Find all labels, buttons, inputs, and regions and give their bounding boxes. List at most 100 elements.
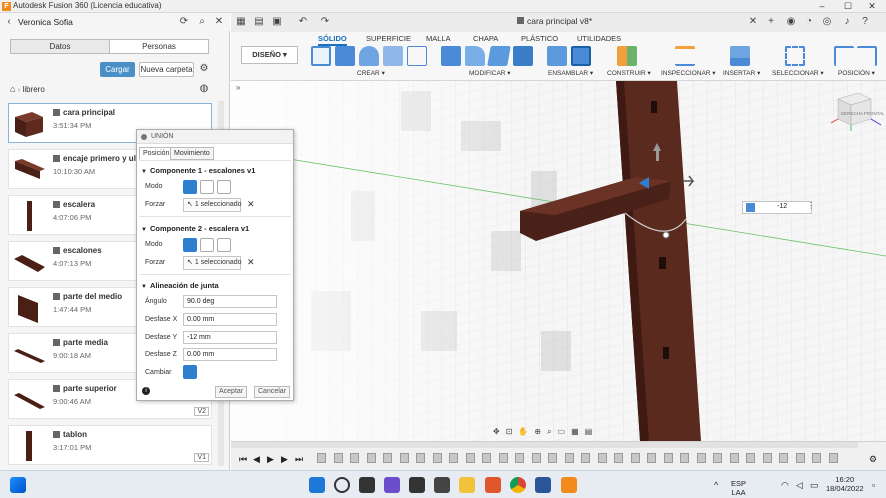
timeline-feature[interactable] bbox=[729, 453, 739, 463]
snap-selection-2[interactable]: ↖ 1 seleccionado bbox=[183, 256, 242, 270]
timeline-feature[interactable] bbox=[416, 453, 425, 463]
offset-z-input[interactable]: 0.00 mm bbox=[183, 348, 277, 361]
new-sketch-icon[interactable] bbox=[311, 46, 331, 66]
new-folder-button[interactable]: Nueva carpeta bbox=[139, 62, 194, 77]
job-status-icon[interactable]: ◔ bbox=[803, 16, 815, 28]
offset-y-input[interactable]: -12 mm bbox=[183, 331, 277, 344]
select-icon[interactable] bbox=[785, 46, 805, 66]
gear-icon[interactable]: ⚙ bbox=[198, 63, 210, 75]
pattern-icon[interactable] bbox=[407, 46, 427, 66]
navigation-bar[interactable]: ✥⊡✋⊕⌕▭▦▤ bbox=[493, 427, 598, 437]
offset-value-input[interactable]: -12 bbox=[742, 201, 812, 214]
close-button[interactable]: ✕ bbox=[860, 0, 884, 13]
new-component-icon[interactable] bbox=[547, 46, 567, 66]
file-menu-icon[interactable]: ▤ bbox=[253, 16, 265, 28]
user-name[interactable]: Veronica Sofia bbox=[18, 17, 73, 27]
hole-icon[interactable] bbox=[383, 46, 403, 66]
extrude-icon[interactable] bbox=[335, 46, 355, 66]
more-options-icon[interactable]: ⋮ bbox=[807, 201, 815, 210]
between-two-faces-icon[interactable] bbox=[200, 238, 214, 252]
wifi-icon[interactable]: ◠ bbox=[781, 480, 789, 491]
redo-icon[interactable]: ↷ bbox=[319, 16, 331, 28]
tab-superficie[interactable]: SUPERFICIE bbox=[366, 34, 411, 43]
tab-movimiento[interactable]: Movimiento bbox=[170, 147, 214, 160]
document-tab[interactable]: cara principal v8* bbox=[517, 16, 592, 26]
start-icon[interactable] bbox=[309, 477, 325, 493]
component2-header[interactable]: Componente 2 - escalera v1 bbox=[141, 224, 249, 233]
search-icon[interactable] bbox=[334, 477, 350, 493]
volume-icon[interactable]: ◁ bbox=[796, 480, 803, 491]
clear-selection-2-button[interactable]: ✕ bbox=[247, 257, 255, 268]
rotate-handle-dot[interactable] bbox=[662, 231, 670, 239]
bell-icon[interactable]: ♪ bbox=[841, 16, 853, 28]
group-inspeccionar[interactable]: INSPECCIONAR ▾ bbox=[661, 69, 716, 77]
pan-icon[interactable]: ✋ bbox=[518, 427, 534, 436]
tab-plastico[interactable]: PLÁSTICO bbox=[521, 34, 558, 43]
zoom-icon[interactable]: ⊕ bbox=[534, 427, 547, 436]
timeline-scrollbar[interactable] bbox=[231, 442, 858, 448]
widgets-icon[interactable] bbox=[10, 477, 26, 493]
timeline-feature[interactable] bbox=[828, 453, 838, 463]
timeline-feature[interactable] bbox=[366, 453, 376, 463]
go-to-start-icon[interactable]: ⏮ bbox=[239, 454, 247, 465]
timeline-feature[interactable] bbox=[812, 453, 821, 463]
tab-chapa[interactable]: CHAPA bbox=[473, 34, 498, 43]
timeline-feature[interactable] bbox=[515, 453, 524, 463]
undo-icon[interactable]: ↶ bbox=[297, 16, 309, 28]
upload-button[interactable]: Cargar bbox=[100, 62, 135, 77]
timeline-feature[interactable] bbox=[350, 453, 359, 463]
timeline-feature[interactable] bbox=[317, 453, 326, 463]
timeline-feature[interactable] bbox=[614, 453, 623, 463]
snap-selection-1[interactable]: ↖ 1 seleccionado bbox=[183, 198, 242, 212]
timeline-feature[interactable] bbox=[581, 453, 590, 463]
chamfer-icon[interactable] bbox=[487, 46, 511, 66]
fusion-taskbar-icon[interactable] bbox=[561, 477, 577, 493]
close-panel-icon[interactable]: ✕ bbox=[213, 16, 225, 28]
timeline-feature[interactable] bbox=[795, 453, 805, 463]
timeline-feature[interactable] bbox=[383, 453, 392, 463]
timeline-feature[interactable] bbox=[548, 453, 557, 463]
timeline-feature[interactable] bbox=[713, 453, 722, 463]
tray-overflow-icon[interactable]: ^ bbox=[714, 480, 718, 490]
save-icon[interactable]: ▣ bbox=[271, 16, 283, 28]
timeline-feature[interactable] bbox=[663, 453, 673, 463]
notification-icon[interactable]: ▫ bbox=[872, 480, 875, 490]
language-indicator[interactable]: ESP LAA bbox=[731, 479, 746, 497]
revolve-icon[interactable] bbox=[359, 46, 379, 66]
tab-malla[interactable]: MALLA bbox=[426, 34, 451, 43]
list-item[interactable]: tablon 3:17:01 PM V1 bbox=[8, 425, 212, 465]
cancel-button[interactable]: Cancelar bbox=[254, 386, 291, 398]
tab-personas[interactable]: Personas bbox=[109, 39, 209, 54]
shell-icon[interactable] bbox=[513, 46, 533, 66]
explorer-icon[interactable] bbox=[434, 477, 450, 493]
clock[interactable]: 16:20 18/04/2022 bbox=[826, 475, 864, 493]
new-tab-icon[interactable]: + bbox=[765, 16, 777, 28]
timeline-feature[interactable] bbox=[465, 453, 475, 463]
play-icon[interactable]: ▶ bbox=[267, 454, 274, 465]
timeline-feature[interactable] bbox=[746, 453, 755, 463]
offset-plane-icon[interactable] bbox=[617, 46, 637, 66]
capture-position-icon[interactable] bbox=[834, 46, 854, 66]
step-back-icon[interactable]: ◀ bbox=[253, 454, 260, 465]
dialog-title-bar[interactable]: UNIÓN bbox=[137, 130, 293, 144]
timeline-feature[interactable] bbox=[696, 453, 706, 463]
two-edge-intersection-icon[interactable] bbox=[217, 238, 231, 252]
look-at-icon[interactable]: ⊡ bbox=[506, 427, 519, 436]
angle-input[interactable]: 90.0 deg bbox=[183, 295, 277, 308]
clear-selection-1-button[interactable]: ✕ bbox=[247, 199, 255, 210]
group-modificar[interactable]: MODIFICAR ▾ bbox=[469, 69, 511, 77]
ok-button[interactable]: Aceptar bbox=[215, 386, 248, 398]
canvas-viewport[interactable]: DERECHA FRONTAL » -12 ⋮ ✥⊡✋⊕⌕▭▦▤ bbox=[231, 81, 886, 441]
folder-icon[interactable] bbox=[459, 477, 475, 493]
orbit-icon[interactable]: ✥ bbox=[493, 427, 506, 436]
fillet-icon[interactable] bbox=[465, 46, 485, 66]
go-to-end-icon[interactable]: ⏭ bbox=[295, 454, 303, 465]
group-insertar[interactable]: INSERTAR ▾ bbox=[723, 69, 760, 77]
group-crear[interactable]: CREAR ▾ bbox=[357, 69, 385, 77]
store-icon[interactable] bbox=[409, 477, 425, 493]
flip-icon[interactable] bbox=[183, 365, 197, 379]
folder-settings-icon[interactable]: ◍ bbox=[198, 83, 210, 95]
grid-settings-icon[interactable]: ▦ bbox=[571, 427, 585, 436]
timeline-feature[interactable] bbox=[333, 453, 343, 463]
between-two-faces-icon[interactable] bbox=[200, 180, 214, 194]
